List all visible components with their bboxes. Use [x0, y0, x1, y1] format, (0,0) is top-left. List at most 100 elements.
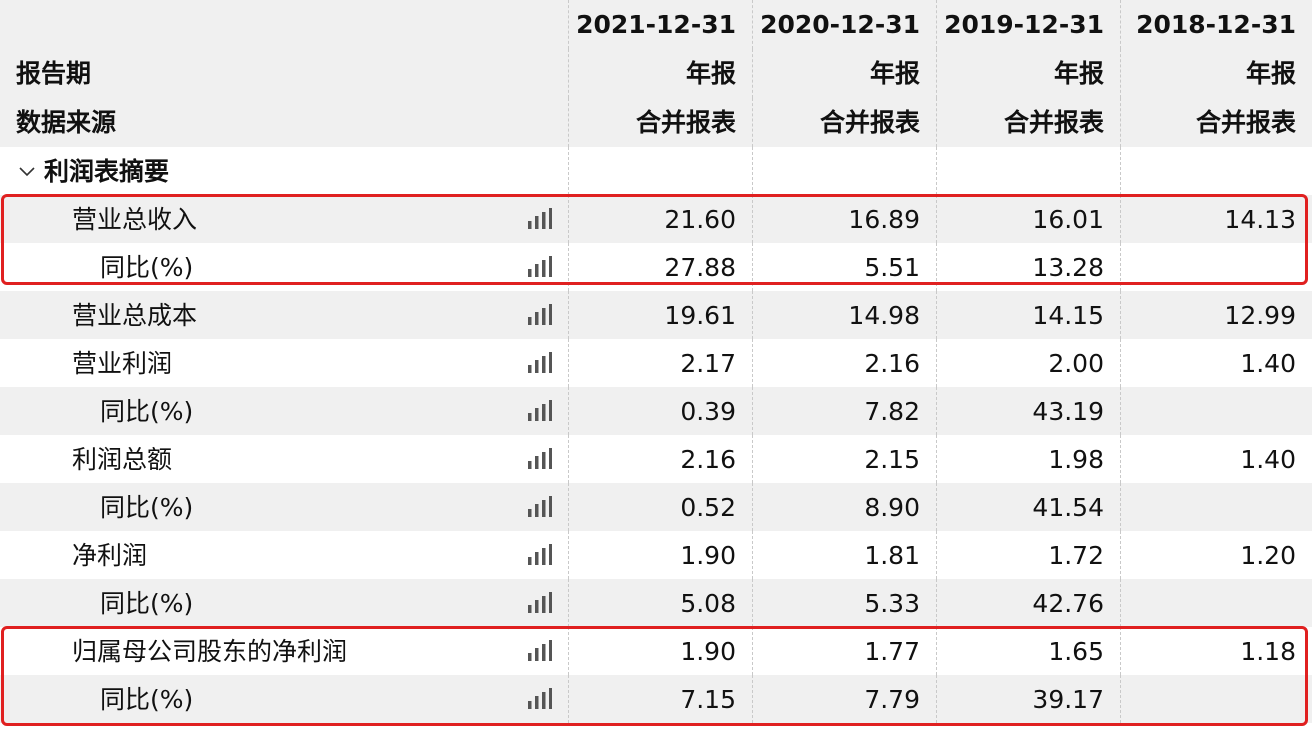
value-cell: 7.15 [568, 675, 752, 723]
value-cell: 1.81 [752, 531, 936, 579]
value-cell: 14.13 [1120, 195, 1312, 243]
period-label: 报告期 [16, 59, 92, 88]
value-cell: 1.40 [1120, 339, 1312, 387]
bar-chart-icon[interactable] [526, 448, 552, 470]
value-cell: 16.89 [752, 195, 936, 243]
value-cell: 1.20 [1120, 531, 1312, 579]
column-report-type: 年报 [568, 49, 752, 98]
value-cell: 41.54 [936, 483, 1120, 531]
column-source: 合并报表 [1120, 98, 1312, 147]
value-cell: 1.40 [1120, 435, 1312, 483]
table-body: 营业总收入 21.60 16.89 16.01 14.13 同比(%) 27.88 5.51 1… [0, 195, 1312, 723]
value-cell: 0.39 [568, 387, 752, 435]
value-cell: 7.82 [752, 387, 936, 435]
value-cell: 8.90 [752, 483, 936, 531]
value-cell: 42.76 [936, 579, 1120, 627]
section-cell [752, 147, 936, 195]
row-label: 营业利润 [72, 348, 173, 378]
bar-chart-icon[interactable] [526, 208, 552, 230]
header-row-date: 2021-12-31 2020-12-31 2019-12-31 2018-12… [0, 0, 1312, 49]
table-row: 同比(%) 5.08 5.33 42.76 [0, 579, 1312, 627]
header-row-source: 数据来源 合并报表 合并报表 合并报表 合并报表 [0, 98, 1312, 147]
value-cell: 2.16 [752, 339, 936, 387]
value-cell: 14.15 [936, 291, 1120, 339]
bar-chart-icon[interactable] [526, 352, 552, 374]
value-cell: 1.65 [936, 627, 1120, 675]
value-cell: 1.90 [568, 627, 752, 675]
column-source: 合并报表 [568, 98, 752, 147]
value-cell: 5.08 [568, 579, 752, 627]
bar-chart-icon[interactable] [526, 592, 552, 614]
row-label-cell: 同比(%) [0, 243, 568, 291]
row-label-cell: 同比(%) [0, 675, 568, 723]
value-cell: 21.60 [568, 195, 752, 243]
source-label: 数据来源 [16, 108, 117, 137]
value-cell: 1.98 [936, 435, 1120, 483]
table-row: 同比(%) 7.15 7.79 39.17 [0, 675, 1312, 723]
value-cell [1120, 387, 1312, 435]
row-label-cell: 营业总成本 [0, 291, 568, 339]
bar-chart-icon[interactable] [526, 256, 552, 278]
value-cell: 14.98 [752, 291, 936, 339]
row-label: 同比(%) [100, 396, 194, 426]
value-cell: 2.00 [936, 339, 1120, 387]
table-row: 同比(%) 0.39 7.82 43.19 [0, 387, 1312, 435]
table-row: 同比(%) 27.88 5.51 13.28 [0, 243, 1312, 291]
value-cell: 43.19 [936, 387, 1120, 435]
value-cell: 1.72 [936, 531, 1120, 579]
value-cell [1120, 243, 1312, 291]
value-cell: 19.61 [568, 291, 752, 339]
bar-chart-icon[interactable] [526, 304, 552, 326]
header-corner [0, 0, 568, 49]
row-label: 营业总成本 [72, 300, 198, 330]
row-label: 同比(%) [100, 684, 194, 714]
value-cell [1120, 675, 1312, 723]
row-label: 同比(%) [100, 492, 194, 522]
value-cell: 1.77 [752, 627, 936, 675]
value-cell: 12.99 [1120, 291, 1312, 339]
value-cell: 0.52 [568, 483, 752, 531]
bar-chart-icon[interactable] [526, 544, 552, 566]
table-row: 营业利润 2.17 2.16 2.00 1.40 [0, 339, 1312, 387]
financial-table: 2021-12-31 2020-12-31 2019-12-31 2018-12… [0, 0, 1312, 723]
header-row-period: 报告期 年报 年报 年报 年报 [0, 49, 1312, 98]
row-label-cell: 净利润 [0, 531, 568, 579]
table-row: 归属母公司股东的净利润 1.90 1.77 1.65 1.18 [0, 627, 1312, 675]
bar-chart-icon[interactable] [526, 640, 552, 662]
column-date: 2019-12-31 [936, 0, 1120, 49]
row-label: 利润总额 [72, 444, 173, 474]
row-label-cell: 利润总额 [0, 435, 568, 483]
value-cell: 16.01 [936, 195, 1120, 243]
row-label: 归属母公司股东的净利润 [72, 636, 348, 666]
value-cell: 39.17 [936, 675, 1120, 723]
column-source: 合并报表 [752, 98, 936, 147]
value-cell: 5.33 [752, 579, 936, 627]
row-label-cell: 归属母公司股东的净利润 [0, 627, 568, 675]
value-cell: 13.28 [936, 243, 1120, 291]
value-cell: 5.51 [752, 243, 936, 291]
row-label: 净利润 [72, 540, 148, 570]
value-cell: 2.16 [568, 435, 752, 483]
value-cell: 1.18 [1120, 627, 1312, 675]
value-cell [1120, 579, 1312, 627]
row-label: 同比(%) [100, 588, 194, 618]
section-title: 利润表摘要 [44, 156, 170, 186]
value-cell: 1.90 [568, 531, 752, 579]
bar-chart-icon[interactable] [526, 496, 552, 518]
row-label-cell: 同比(%) [0, 483, 568, 531]
bar-chart-icon[interactable] [526, 688, 552, 710]
chevron-down-icon[interactable] [14, 158, 40, 184]
table-row: 营业总成本 19.61 14.98 14.15 12.99 [0, 291, 1312, 339]
section-cell [1120, 147, 1312, 195]
table-row: 净利润 1.90 1.81 1.72 1.20 [0, 531, 1312, 579]
table-row: 利润总额 2.16 2.15 1.98 1.40 [0, 435, 1312, 483]
bar-chart-icon[interactable] [526, 400, 552, 422]
column-report-type: 年报 [936, 49, 1120, 98]
section-row-income-summary[interactable]: 利润表摘要 [0, 147, 1312, 195]
row-label: 营业总收入 [72, 204, 198, 234]
table-row: 同比(%) 0.52 8.90 41.54 [0, 483, 1312, 531]
section-header[interactable]: 利润表摘要 [0, 147, 568, 195]
row-label-cell: 营业利润 [0, 339, 568, 387]
column-report-type: 年报 [752, 49, 936, 98]
row-label-cell: 营业总收入 [0, 195, 568, 243]
